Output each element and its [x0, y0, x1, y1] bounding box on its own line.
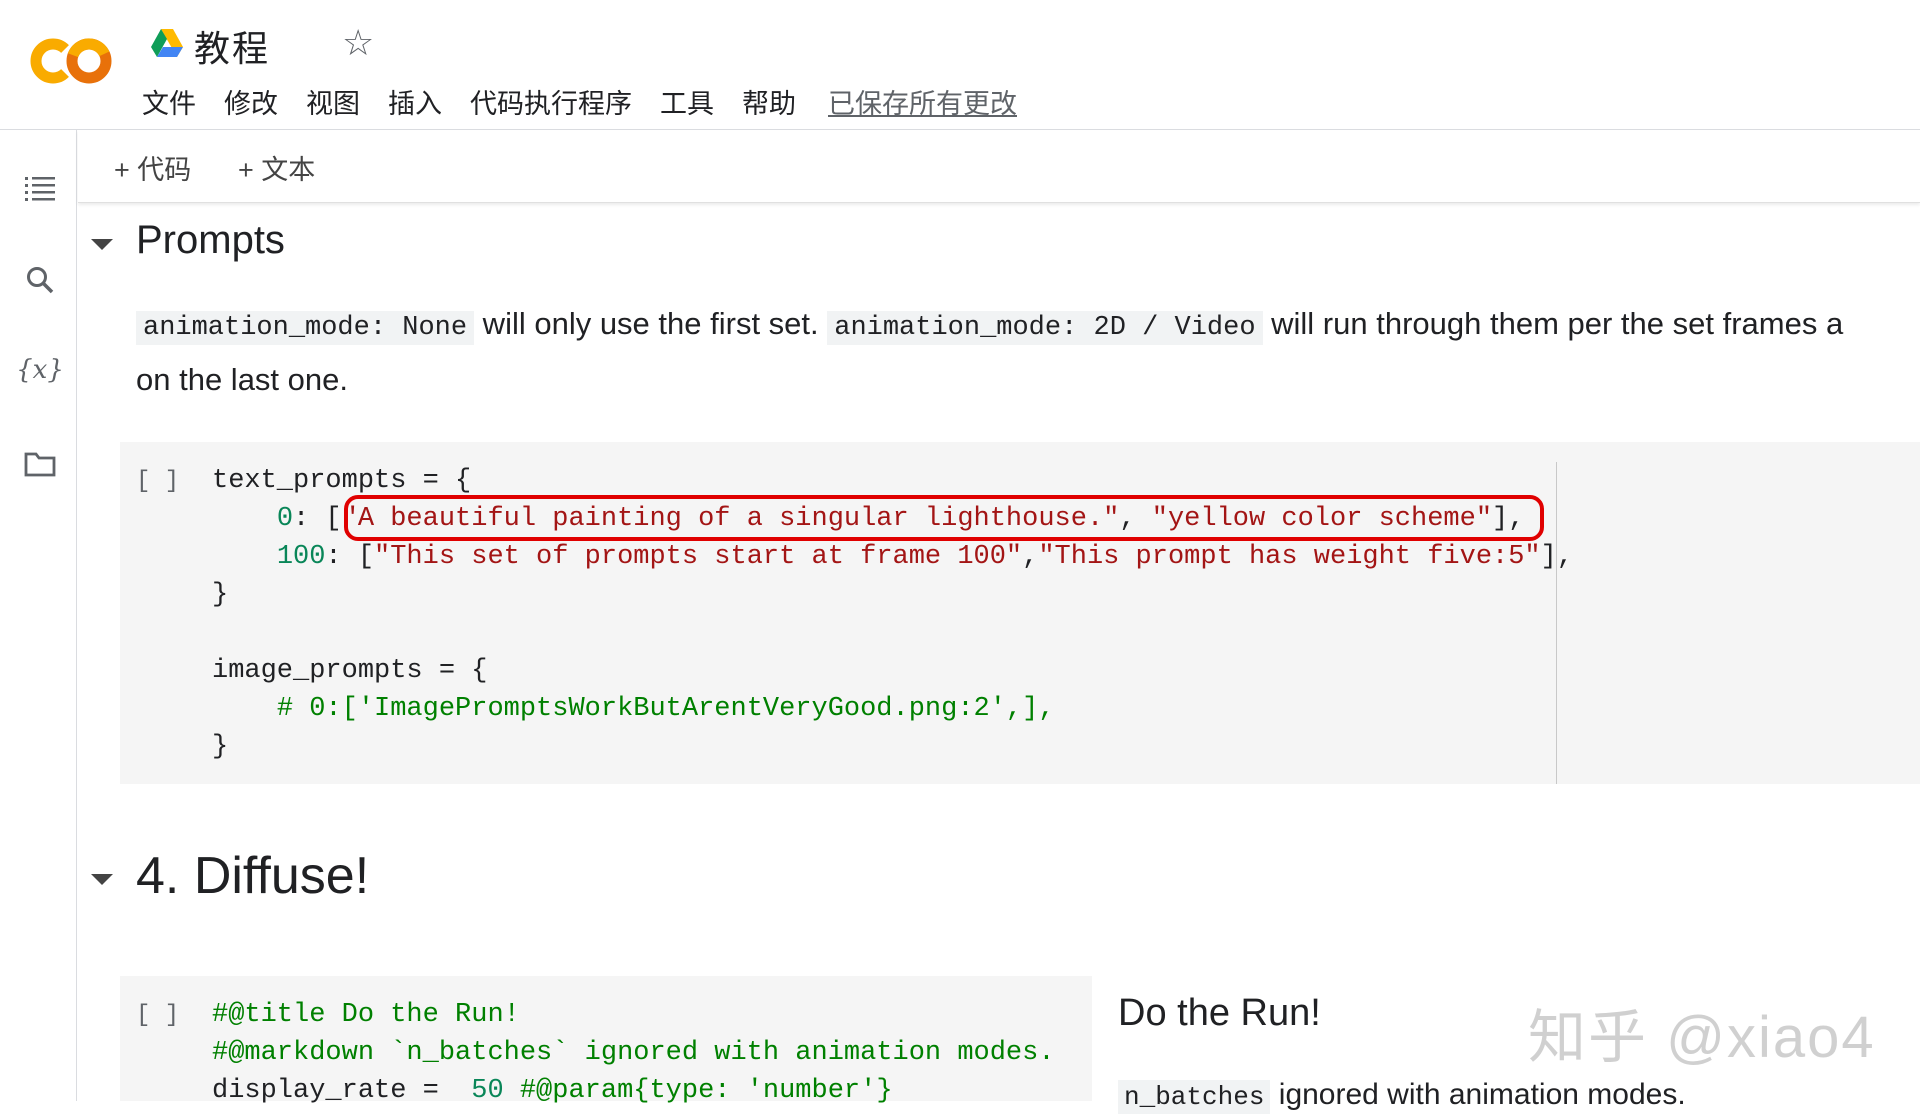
description-text: will run through them per the set frames…	[1262, 306, 1844, 341]
toc-icon[interactable]	[22, 170, 58, 206]
add-text-button[interactable]: + 文本	[238, 148, 315, 187]
code-line[interactable]: }	[212, 728, 228, 766]
red-highlight-annotation	[344, 495, 1544, 541]
search-icon[interactable]	[22, 262, 58, 298]
prompts-description: animation_mode: None will only use the f…	[136, 298, 1920, 406]
menu-bar: 文件 修改 视图 插入 代码执行程序 工具 帮助 已保存所有更改	[142, 82, 1017, 121]
code-line[interactable]: #@title Do the Run!	[212, 996, 520, 1034]
collapse-diffuse-caret[interactable]	[91, 874, 113, 885]
form-title: Do the Run!	[1118, 992, 1321, 1034]
menu-insert[interactable]: 插入	[388, 82, 442, 121]
form-description: n_batches ignored with animation modes.	[1118, 1078, 1686, 1114]
save-status[interactable]: 已保存所有更改	[828, 82, 1017, 121]
code-line[interactable]: display_rate = 50 #@param{type: 'number'…	[212, 1072, 893, 1110]
description-text: ignored with animation modes.	[1270, 1078, 1686, 1111]
menu-edit[interactable]: 修改	[224, 82, 278, 121]
line-length-ruler	[1556, 462, 1557, 784]
google-drive-icon[interactable]	[150, 28, 184, 58]
left-sidebar: {x}	[0, 130, 77, 1101]
folder-icon[interactable]	[22, 446, 58, 482]
inline-code: n_batches	[1118, 1080, 1271, 1114]
run-cell-button[interactable]: [ ]	[136, 468, 179, 495]
add-code-button[interactable]: + 代码	[114, 148, 191, 187]
notebook-title[interactable]: 教程	[194, 20, 270, 72]
run-cell-button[interactable]: [ ]	[136, 1002, 179, 1029]
code-line[interactable]: 100: ["This set of prompts start at fram…	[212, 538, 1573, 576]
star-icon[interactable]: ☆	[342, 22, 374, 64]
variables-icon[interactable]: {x}	[16, 352, 64, 388]
inline-code: animation_mode: None	[136, 311, 475, 345]
top-bar: 教程 ☆ 文件 修改 视图 插入 代码执行程序 工具 帮助 已保存所有更改	[0, 0, 1920, 130]
code-line[interactable]: # 0:['ImagePromptsWorkButArentVeryGood.p…	[212, 690, 1055, 728]
menu-file[interactable]: 文件	[142, 82, 196, 121]
description-text: on the last one.	[136, 362, 348, 397]
collapse-prompts-caret[interactable]	[91, 239, 113, 250]
menu-help[interactable]: 帮助	[742, 82, 796, 121]
description-text: will only use the first set.	[474, 306, 828, 341]
colab-logo[interactable]	[26, 34, 116, 88]
menu-view[interactable]: 视图	[306, 82, 360, 121]
menu-tools[interactable]: 工具	[660, 82, 714, 121]
cell-toolbar: + 代码 + 文本	[78, 130, 1920, 203]
code-line[interactable]: image_prompts = {	[212, 652, 487, 690]
watermark: 知乎 @xiao4	[1528, 1005, 1876, 1070]
section-heading-diffuse: 4. Diffuse!	[136, 847, 370, 905]
section-heading-prompts: Prompts	[136, 218, 285, 262]
inline-code: animation_mode: 2D / Video	[827, 311, 1263, 345]
code-line[interactable]: }	[212, 576, 228, 614]
menu-runtime[interactable]: 代码执行程序	[470, 82, 632, 121]
code-line[interactable]: #@markdown `n_batches` ignored with anim…	[212, 1034, 1055, 1072]
